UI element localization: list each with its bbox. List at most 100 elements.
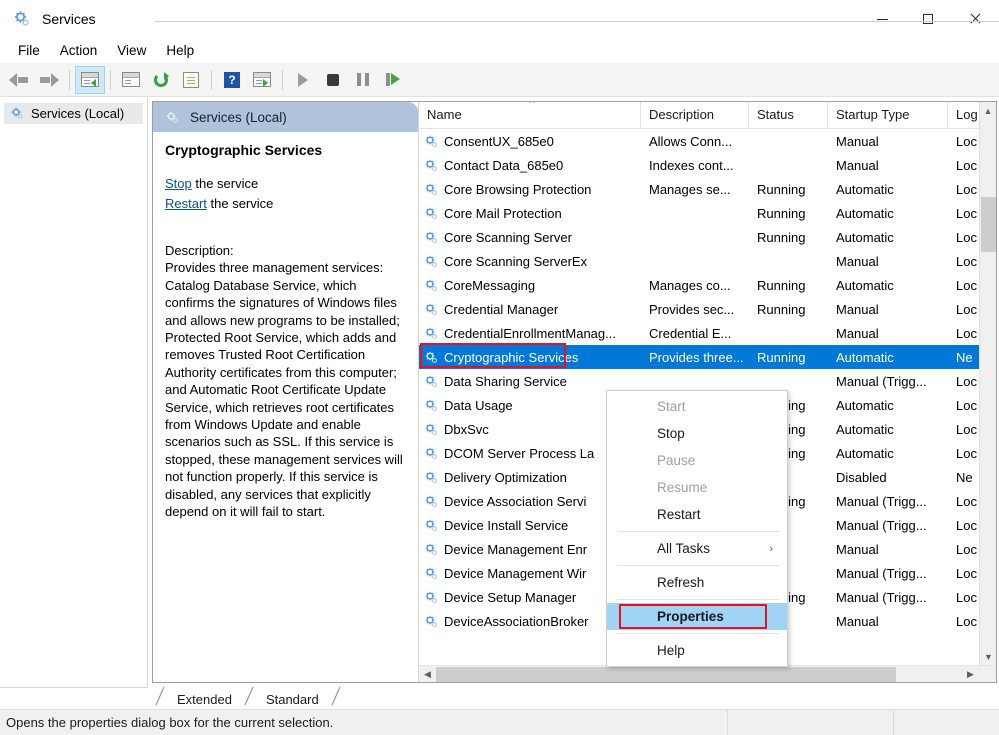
detail-banner-label: Services (Local) [190, 110, 287, 125]
cell-name: Core Scanning ServerEx [419, 254, 641, 269]
table-row[interactable]: CoreMessagingManages co...RunningAutomat… [419, 273, 996, 297]
menu-bar: File Action View Help [0, 38, 999, 63]
tree-node-label: Services (Local) [31, 106, 124, 121]
column-header-status[interactable]: Status [749, 102, 828, 128]
column-header-name[interactable]: Name^ [419, 102, 641, 128]
vertical-scroll-thumb[interactable] [981, 197, 996, 252]
status-bar: Opens the properties dialog box for the … [0, 709, 999, 735]
properties-icon[interactable] [116, 66, 146, 94]
cell-name: Core Scanning Server [419, 230, 641, 245]
service-name: Data Sharing Service [444, 374, 567, 389]
table-row[interactable]: Core Mail ProtectionRunningAutomaticLoc [419, 201, 996, 225]
pause-service-icon[interactable] [348, 66, 378, 94]
show-hide-action-pane-icon[interactable] [247, 66, 277, 94]
cell-startup-type: Automatic [828, 446, 948, 461]
services-gear-icon [424, 278, 439, 293]
minimize-button[interactable] [859, 0, 905, 38]
column-header-label: Status [757, 107, 794, 122]
close-button[interactable] [951, 0, 999, 38]
cell-description: Provides three... [641, 350, 749, 365]
console-tree-pane: Services (Local) [0, 97, 148, 687]
cell-description: Allows Conn... [641, 134, 749, 149]
context-menu-item-properties[interactable]: Properties [607, 603, 787, 630]
services-gear-icon [424, 422, 439, 437]
restart-service-icon[interactable] [378, 66, 408, 94]
context-menu-item-restart[interactable]: Restart [607, 501, 787, 528]
service-name-heading: Cryptographic Services [165, 142, 404, 158]
cell-status: Running [749, 350, 828, 365]
title-bar: Services [0, 0, 999, 38]
maximize-button[interactable] [905, 0, 951, 38]
tree-node-services-local[interactable]: Services (Local) [4, 103, 143, 124]
context-menu-item-help[interactable]: Help [607, 637, 787, 664]
services-gear-icon [424, 326, 439, 341]
cell-startup-type: Automatic [828, 350, 948, 365]
menu-file[interactable]: File [8, 41, 50, 60]
context-menu-item-label: Stop [657, 426, 685, 441]
start-service-icon[interactable] [288, 66, 318, 94]
context-menu[interactable]: StartStopPauseResumeRestartAll Tasks›Ref… [606, 390, 788, 667]
tab-divider [331, 684, 341, 709]
cell-startup-type: Disabled [828, 470, 948, 485]
context-menu-item-label: Restart [657, 507, 701, 522]
table-row[interactable]: Contact Data_685e0Indexes cont...ManualL… [419, 153, 996, 177]
back-arrow-icon[interactable] [4, 66, 34, 94]
services-gear-icon [424, 590, 439, 605]
tab-extended[interactable]: Extended [165, 692, 244, 709]
scroll-left-icon[interactable]: ◀ [419, 669, 436, 680]
table-row[interactable]: ConsentUX_685e0Allows Conn...ManualLoc [419, 129, 996, 153]
service-name: Core Mail Protection [444, 206, 562, 221]
context-menu-item-stop[interactable]: Stop [607, 420, 787, 447]
scroll-up-icon[interactable]: ▲ [980, 102, 996, 119]
restart-service-link[interactable]: Restart [165, 196, 207, 211]
cell-startup-type: Automatic [828, 422, 948, 437]
vertical-scrollbar[interactable]: ▲ ▼ [979, 102, 996, 682]
scroll-right-icon[interactable]: ▶ [962, 669, 979, 680]
cell-description: Indexes cont... [641, 158, 749, 173]
refresh-icon[interactable] [146, 66, 176, 94]
stop-service-link[interactable]: Stop [165, 176, 192, 191]
context-menu-item-label: Start [657, 399, 686, 414]
cell-startup-type: Manual [828, 326, 948, 341]
cell-startup-type: Manual (Trigg... [828, 374, 948, 389]
horizontal-scroll-thumb[interactable] [436, 667, 896, 682]
table-row[interactable]: Core Scanning ServerRunningAutomaticLoc [419, 225, 996, 249]
context-menu-separator [617, 633, 779, 634]
menu-action[interactable]: Action [50, 41, 108, 60]
context-menu-item-label: Refresh [657, 575, 704, 590]
service-name: Device Management Enr [444, 542, 587, 557]
show-hide-console-tree-icon[interactable] [75, 66, 105, 94]
table-row[interactable]: CredentialEnrollmentManag...Credential E… [419, 321, 996, 345]
cell-status: Running [749, 278, 828, 293]
column-header-description[interactable]: Description [641, 102, 749, 128]
tab-standard[interactable]: Standard [254, 692, 331, 709]
menu-help[interactable]: Help [156, 41, 204, 60]
table-row-selected[interactable]: Cryptographic ServicesProvides three...R… [419, 345, 996, 369]
tab-label: Standard [266, 692, 319, 707]
stop-service-suffix: the service [192, 176, 258, 191]
services-gear-icon [424, 134, 439, 149]
context-menu-item-refresh[interactable]: Refresh [607, 569, 787, 596]
menu-view[interactable]: View [107, 41, 156, 60]
service-name: Core Scanning Server [444, 230, 572, 245]
services-gear-icon [424, 254, 439, 269]
scroll-down-icon[interactable]: ▼ [980, 648, 996, 665]
services-gear-icon [424, 446, 439, 461]
export-list-icon[interactable] [176, 66, 206, 94]
context-menu-item-all-tasks[interactable]: All Tasks› [607, 535, 787, 562]
results-pane: Services (Local) Cryptographic Services … [148, 97, 999, 687]
help-icon[interactable]: ? [217, 66, 247, 94]
horizontal-scrollbar[interactable]: ◀ ▶ [419, 665, 996, 682]
context-menu-item-pause: Pause [607, 447, 787, 474]
column-header-startup-type[interactable]: Startup Type [828, 102, 948, 128]
cell-startup-type: Manual [828, 134, 948, 149]
forward-arrow-icon[interactable] [34, 66, 64, 94]
services-gear-icon [424, 398, 439, 413]
table-row[interactable]: Credential ManagerProvides sec...Running… [419, 297, 996, 321]
stop-service-icon[interactable] [318, 66, 348, 94]
cell-name: Core Mail Protection [419, 206, 641, 221]
table-row[interactable]: Core Scanning ServerExManualLoc [419, 249, 996, 273]
service-name: CredentialEnrollmentManag... [444, 326, 616, 341]
service-name: Core Browsing Protection [444, 182, 591, 197]
table-row[interactable]: Core Browsing ProtectionManages se...Run… [419, 177, 996, 201]
